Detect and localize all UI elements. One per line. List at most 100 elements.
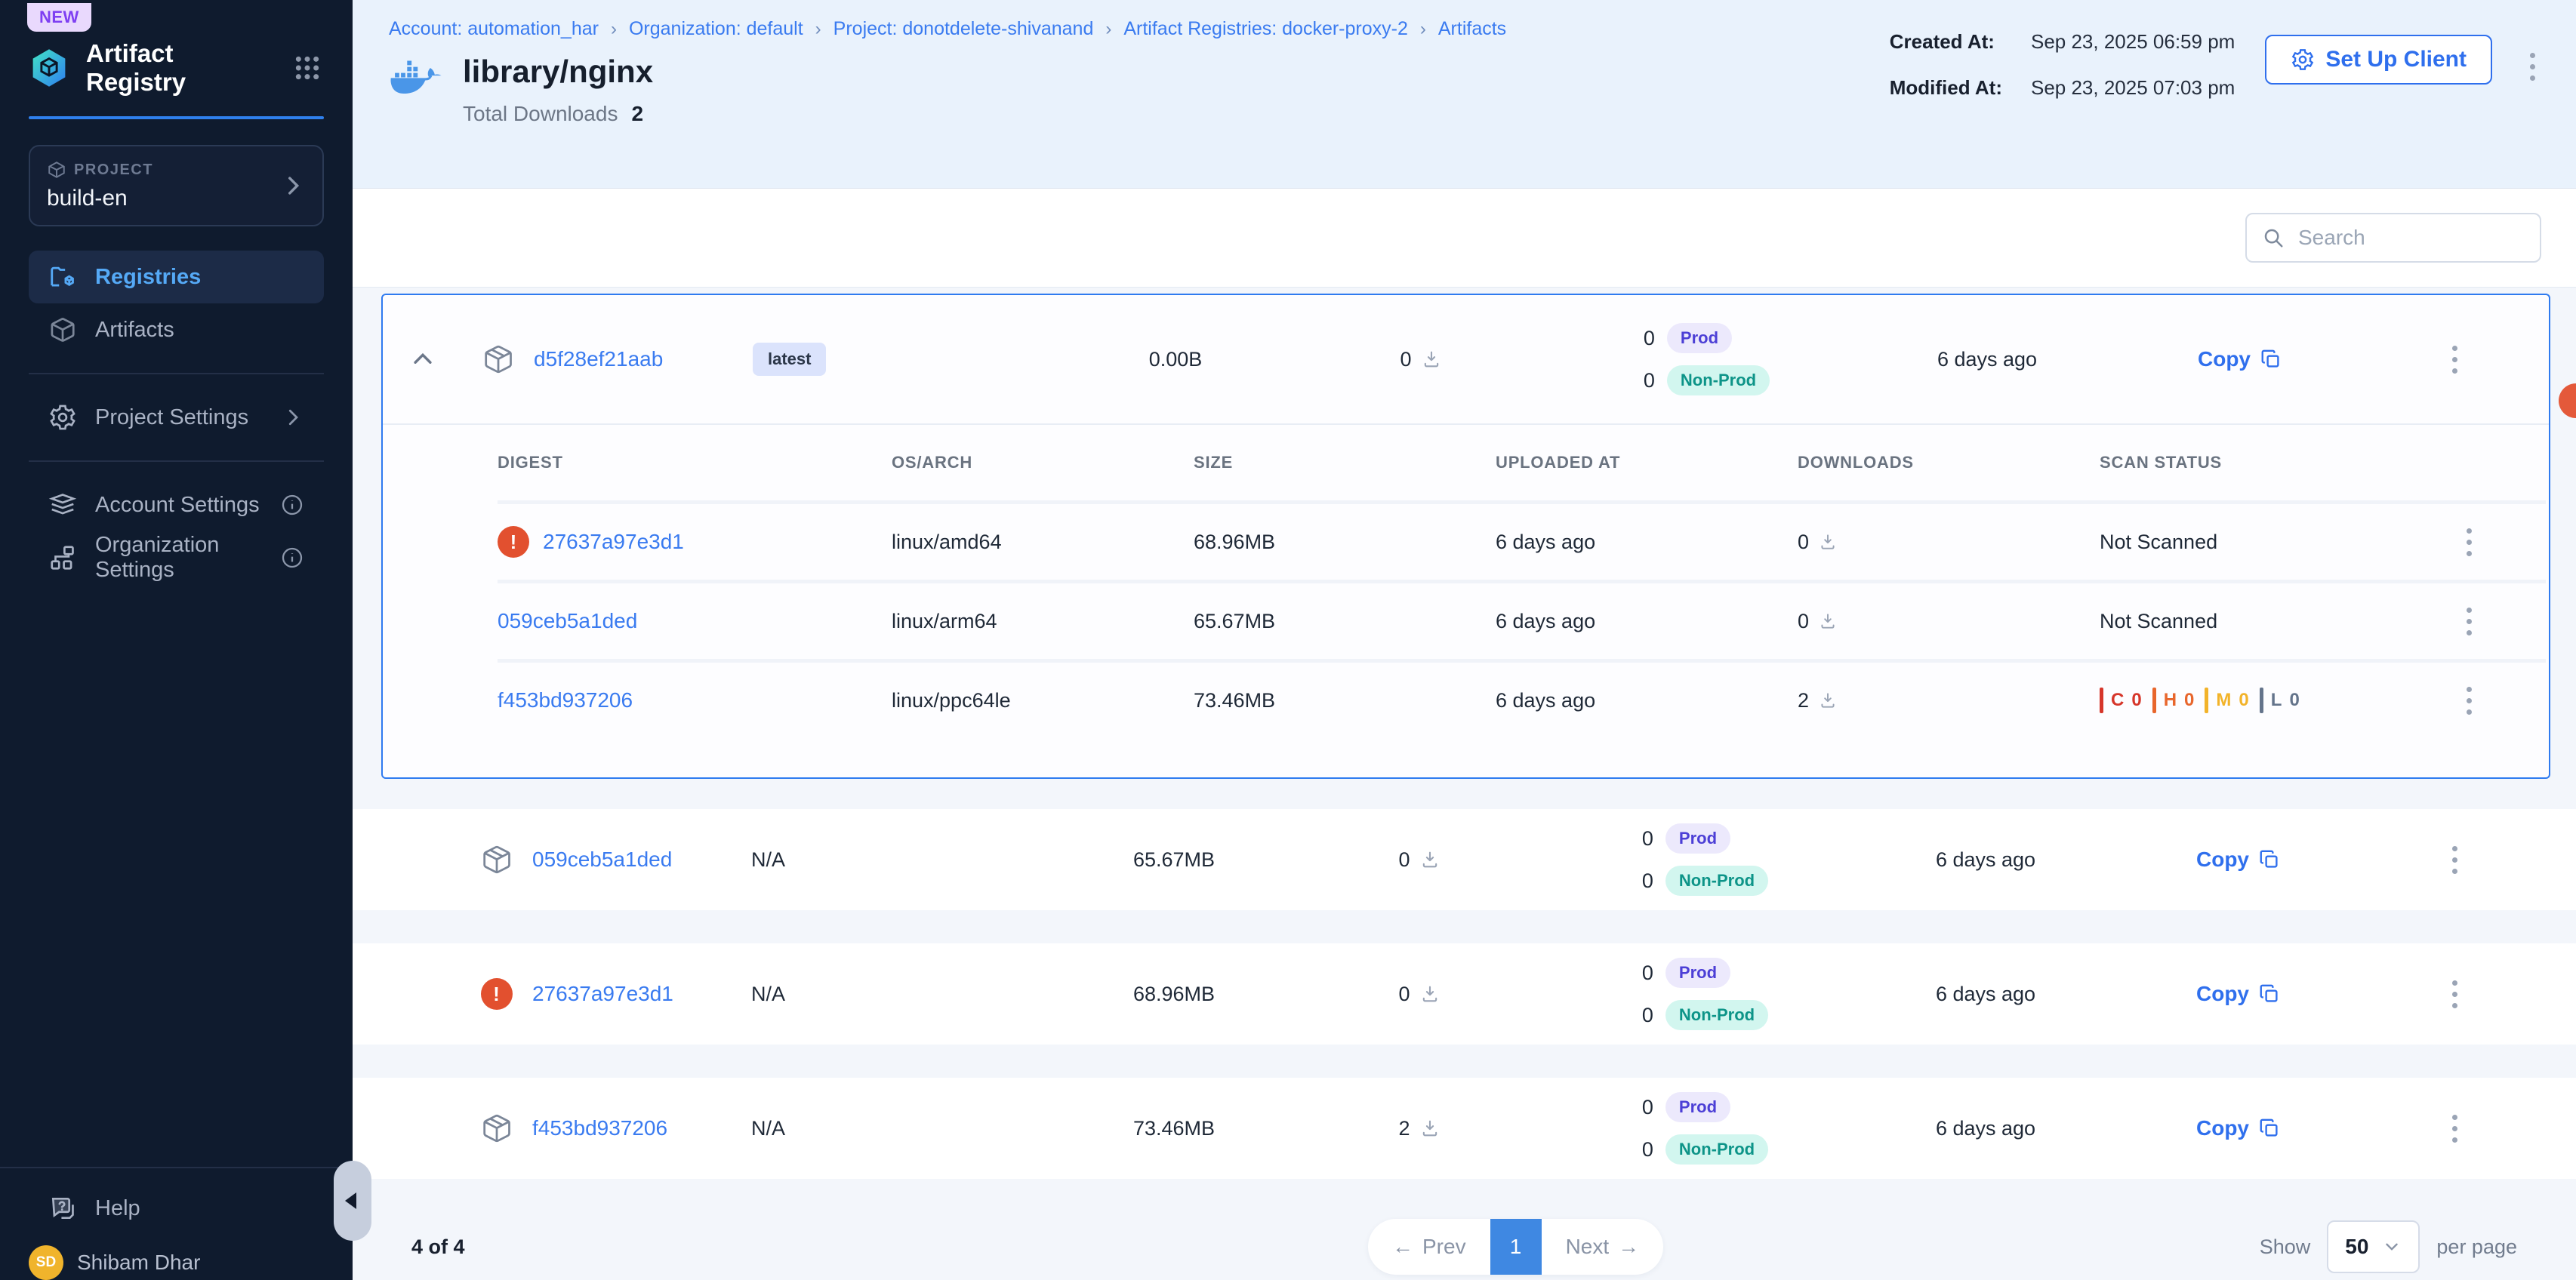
download-icon [1419,1118,1441,1139]
row-kebab-menu[interactable] [2445,973,2465,1016]
download-icon [1419,983,1441,1005]
table-footer: 4 of 4 ← Prev 1 Next → Show 50 [353,1217,2576,1277]
artifact-name-link[interactable]: d5f28ef21aab [534,347,741,371]
row-kebab-menu[interactable] [2459,521,2479,564]
package-icon [48,315,77,344]
environment-counts: 0Prod 0Non-Prod [1638,323,1770,395]
digest-row: 059ceb5a1ded linux/arm64 65.67MB 6 days … [498,580,2546,659]
created-at-value: Sep 23, 2025 06:59 pm [2031,30,2235,54]
search-input[interactable] [2297,225,2525,251]
sidebar-item-project-settings[interactable]: Project Settings [29,391,324,444]
nonprod-count: 0 [1637,1004,1653,1027]
size: 65.67MB [1154,610,1456,633]
row-kebab-menu[interactable] [2445,838,2465,882]
page-size-select[interactable]: 50 [2327,1220,2420,1273]
set-up-client-button[interactable]: Set Up Client [2265,35,2492,85]
sidebar: NEW Artifact Registry [0,0,353,1280]
sidebar-item-label: Organization Settings [95,533,262,583]
digest-link[interactable]: f453bd937206 [498,688,633,712]
prev-label: Prev [1422,1235,1466,1259]
result-count: 4 of 4 [411,1235,465,1259]
artifact-name-link[interactable]: f453bd937206 [532,1116,740,1140]
artifact-updated: 6 days ago [1936,1117,2035,1140]
breadcrumb-separator: › [611,19,617,40]
row-kebab-menu[interactable] [2445,338,2465,381]
search-icon [2262,226,2285,249]
environment-counts: 0Prod 0Non-Prod [1637,1092,1768,1165]
info-icon[interactable] [280,546,304,570]
info-icon[interactable] [280,493,304,517]
breadcrumb-separator: › [815,19,821,40]
sidebar-item-artifacts[interactable]: Artifacts [29,303,324,356]
breadcrumb-account[interactable]: Account: automation_har [389,18,599,40]
total-downloads-label: Total Downloads [463,102,618,126]
copy-button[interactable]: Copy [2196,848,2281,872]
col-scan-status: SCAN STATUS [2060,453,2393,472]
header-right: Created At: Sep 23, 2025 06:59 pm Modifi… [1890,30,2543,100]
main-area: Account: automation_har › Organization: … [353,0,2576,1280]
gear-icon [2291,48,2315,72]
prod-count: 0 [1638,327,1655,350]
collapse-chevron-up-icon[interactable] [410,346,436,372]
arrow-right-icon: → [1618,1235,1639,1259]
sidebar-collapse-handle[interactable] [334,1161,371,1241]
copy-button[interactable]: Copy [2196,982,2281,1006]
sidebar-item-account-settings[interactable]: Account Settings [29,478,324,531]
row-kebab-menu[interactable] [2445,1107,2465,1150]
prod-count: 0 [1637,1096,1653,1119]
breadcrumb-organization[interactable]: Organization: default [629,18,803,40]
breadcrumb-project[interactable]: Project: donotdelete-shivanand [834,18,1094,40]
prev-page-button[interactable]: ← Prev [1368,1219,1490,1275]
user-menu[interactable]: SD Shibam Dhar [0,1235,353,1280]
copy-button[interactable]: Copy [2196,1116,2281,1140]
artifact-downloads: 2 [1398,1117,1440,1140]
row-kebab-menu[interactable] [2459,600,2479,643]
prod-badge: Prod [1665,1092,1730,1122]
artifact-name-link[interactable]: 059ceb5a1ded [532,848,740,872]
org-chart-icon [48,543,77,572]
downloads: 0 [1758,531,2060,554]
sidebar-item-help[interactable]: Help [29,1182,324,1235]
next-page-button[interactable]: Next → [1542,1219,1664,1275]
apps-grid-icon[interactable] [292,53,322,83]
scan-status-counts[interactable]: C0 H0 M0 L0 [2060,688,2393,713]
artifact-row: ! 27637a97e3d1 N/A 68.96MB 0 0Prod 0Non-… [353,943,2576,1045]
nonprod-badge: Non-Prod [1665,1134,1768,1165]
breadcrumb-registry[interactable]: Artifact Registries: docker-proxy-2 [1123,18,1408,40]
sidebar-settings-nav: Project Settings [0,391,353,444]
digest-link[interactable]: 059ceb5a1ded [498,609,637,633]
breadcrumb-artifacts[interactable]: Artifacts [1438,18,1506,40]
sidebar-nav: Registries Artifacts [0,251,353,356]
download-count: 2 [1398,1117,1410,1140]
download-icon [1818,691,1838,710]
col-uploaded-at: UPLOADED AT [1456,453,1758,472]
sidebar-accent-divider [29,116,324,119]
artifact-registry-logo-icon [29,48,69,88]
artifact-updated: 6 days ago [1937,348,2037,371]
col-digest: DIGEST [498,453,852,472]
page-title: library/nginx [463,54,653,90]
app-title: Artifact Registry [86,39,276,97]
col-downloads: DOWNLOADS [1758,453,2060,472]
row-kebab-menu[interactable] [2459,679,2479,722]
copy-button[interactable]: Copy [2198,347,2282,371]
page-size-value: 50 [2345,1235,2368,1259]
artifact-row: 059ceb5a1ded N/A 65.67MB 0 0Prod 0Non-Pr… [353,809,2576,910]
sidebar-item-organization-settings[interactable]: Organization Settings [29,531,324,584]
project-selector[interactable]: PROJECT build-en [29,145,324,226]
layers-icon [48,491,77,519]
copy-label: Copy [2196,982,2249,1006]
nonprod-badge: Non-Prod [1665,866,1768,896]
os-arch: linux/arm64 [852,610,1154,633]
digest-link[interactable]: 27637a97e3d1 [543,530,684,554]
breadcrumb-separator: › [1105,19,1111,40]
sidebar-item-registries[interactable]: Registries [29,251,324,303]
copy-icon [2258,983,2281,1005]
os-arch: linux/amd64 [852,531,1154,554]
os-arch: linux/ppc64le [852,689,1154,712]
artifact-name-link[interactable]: 27637a97e3d1 [532,982,740,1006]
header-kebab-menu[interactable] [2522,45,2543,88]
tag-badge: latest [753,343,826,376]
sidebar-divider [29,460,324,462]
page-number-active[interactable]: 1 [1490,1219,1542,1275]
